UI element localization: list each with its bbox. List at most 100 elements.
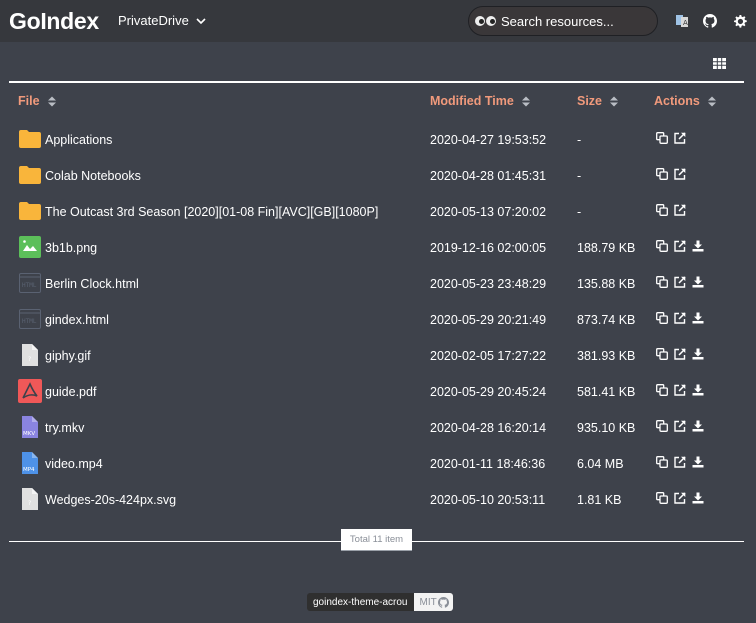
file-name[interactable]: video.mp4 — [45, 457, 103, 471]
file-name[interactable]: guide.pdf — [45, 385, 96, 399]
translate-icon[interactable]: A — [675, 14, 689, 28]
row-actions — [656, 456, 704, 468]
license-label: MIT — [419, 596, 437, 608]
image-file-icon — [18, 235, 42, 259]
column-header-file[interactable]: File — [18, 94, 56, 108]
download-icon[interactable] — [692, 240, 704, 252]
html-file-icon: HTML — [18, 307, 42, 331]
download-icon[interactable] — [692, 456, 704, 468]
modified-time: 2020-05-23 23:48:29 — [430, 277, 547, 291]
gear-icon[interactable] — [733, 14, 747, 28]
external-link-icon[interactable] — [674, 456, 686, 468]
copy-icon[interactable] — [656, 240, 668, 252]
sort-icon — [47, 96, 56, 106]
svg-text:A: A — [683, 19, 688, 27]
file-name[interactable]: Wedges-20s-424px.svg — [45, 493, 176, 507]
drive-name: PrivateDrive — [118, 13, 189, 28]
external-link-icon[interactable] — [674, 276, 686, 288]
table-top-divider — [9, 81, 744, 83]
chevron-down-icon — [196, 17, 206, 24]
external-link-icon[interactable] — [674, 420, 686, 432]
external-link-icon[interactable] — [674, 312, 686, 324]
column-header-size[interactable]: Size — [577, 94, 619, 108]
external-link-icon[interactable] — [674, 204, 686, 216]
table-row[interactable]: ? giphy.gif 2020-02-05 17:27:22 381.93 K… — [9, 338, 744, 374]
search-input[interactable] — [501, 13, 651, 29]
table-row[interactable]: guide.pdf 2020-05-29 20:45:24 581.41 KB — [9, 374, 744, 410]
file-name[interactable]: 3b1b.png — [45, 241, 97, 255]
theme-name: goindex-theme-acrou — [307, 593, 414, 611]
mp4-file-icon: MP4 — [18, 451, 42, 475]
search-box[interactable] — [468, 6, 658, 36]
column-header-actions[interactable]: Actions — [654, 94, 716, 108]
external-link-icon[interactable] — [674, 240, 686, 252]
modified-time: 2020-04-27 19:53:52 — [430, 133, 547, 147]
external-link-icon[interactable] — [674, 492, 686, 504]
copy-icon[interactable] — [656, 276, 668, 288]
file-name[interactable]: Applications — [45, 133, 112, 147]
modified-time: 2020-05-29 20:21:49 — [430, 313, 547, 327]
copy-icon[interactable] — [656, 132, 668, 144]
file-size: 1.81 KB — [577, 493, 622, 507]
svg-text:?: ? — [28, 500, 31, 507]
row-actions — [656, 384, 704, 396]
table-row[interactable]: Colab Notebooks 2020-04-28 01:45:31 - — [9, 158, 744, 194]
folder-icon — [18, 127, 42, 151]
copy-icon[interactable] — [656, 384, 668, 396]
copy-icon[interactable] — [656, 348, 668, 360]
external-link-icon[interactable] — [674, 348, 686, 360]
file-name[interactable]: try.mkv — [45, 421, 84, 435]
modified-time: 2020-04-28 01:45:31 — [430, 169, 547, 183]
row-actions — [656, 132, 686, 144]
modified-time: 2020-05-13 07:20:02 — [430, 205, 547, 219]
copy-icon[interactable] — [656, 312, 668, 324]
external-link-icon[interactable] — [674, 132, 686, 144]
modified-time: 2020-02-05 17:27:22 — [430, 349, 547, 363]
download-icon[interactable] — [692, 384, 704, 396]
download-icon[interactable] — [692, 420, 704, 432]
table-row[interactable]: Applications 2020-04-27 19:53:52 - — [9, 122, 744, 158]
sort-icon — [707, 96, 716, 106]
folder-icon — [18, 199, 42, 223]
copy-icon[interactable] — [656, 492, 668, 504]
download-icon[interactable] — [692, 348, 704, 360]
github-icon[interactable] — [703, 14, 717, 28]
logo[interactable]: GoIndex — [9, 8, 99, 35]
table-row[interactable]: MKV try.mkv 2020-04-28 16:20:14 935.10 K… — [9, 410, 744, 446]
download-icon[interactable] — [692, 492, 704, 504]
external-link-icon[interactable] — [674, 168, 686, 180]
copy-icon[interactable] — [656, 456, 668, 468]
column-header-modified-time[interactable]: Modified Time — [430, 94, 530, 108]
row-actions — [656, 420, 704, 432]
file-name[interactable]: gindex.html — [45, 313, 109, 327]
file-name[interactable]: The Outcast 3rd Season [2020][01-08 Fin]… — [45, 205, 378, 219]
svg-text:MKV: MKV — [23, 431, 35, 437]
file-size: 935.10 KB — [577, 421, 636, 435]
file-size: - — [577, 205, 582, 219]
row-actions — [656, 240, 704, 252]
table-row[interactable]: HTML gindex.html 2020-05-29 20:21:49 873… — [9, 302, 744, 338]
table-row[interactable]: HTML Berlin Clock.html 2020-05-23 23:48:… — [9, 266, 744, 302]
row-actions — [656, 492, 704, 504]
table-row[interactable]: 3b1b.png 2019-12-16 02:00:05 188.79 KB — [9, 230, 744, 266]
svg-text:HTML: HTML — [22, 282, 37, 289]
theme-badge[interactable]: goindex-theme-acrou MIT — [307, 593, 453, 611]
file-name[interactable]: giphy.gif — [45, 349, 91, 363]
html-file-icon: HTML — [18, 271, 42, 295]
download-icon[interactable] — [692, 276, 704, 288]
file-size: 873.74 KB — [577, 313, 636, 327]
license-badge[interactable]: MIT — [413, 593, 453, 611]
copy-icon[interactable] — [656, 420, 668, 432]
file-name[interactable]: Colab Notebooks — [45, 169, 141, 183]
table-row[interactable]: ? Wedges-20s-424px.svg 2020-05-10 20:53:… — [9, 482, 744, 518]
copy-icon[interactable] — [656, 204, 668, 216]
external-link-icon[interactable] — [674, 384, 686, 396]
sort-icon — [521, 96, 530, 106]
copy-icon[interactable] — [656, 168, 668, 180]
grid-view-icon[interactable] — [713, 58, 726, 69]
table-row[interactable]: The Outcast 3rd Season [2020][01-08 Fin]… — [9, 194, 744, 230]
file-name[interactable]: Berlin Clock.html — [45, 277, 139, 291]
download-icon[interactable] — [692, 312, 704, 324]
drive-selector[interactable]: PrivateDrive — [118, 13, 207, 28]
table-row[interactable]: MP4 video.mp4 2020-01-11 18:46:36 6.04 M… — [9, 446, 744, 482]
